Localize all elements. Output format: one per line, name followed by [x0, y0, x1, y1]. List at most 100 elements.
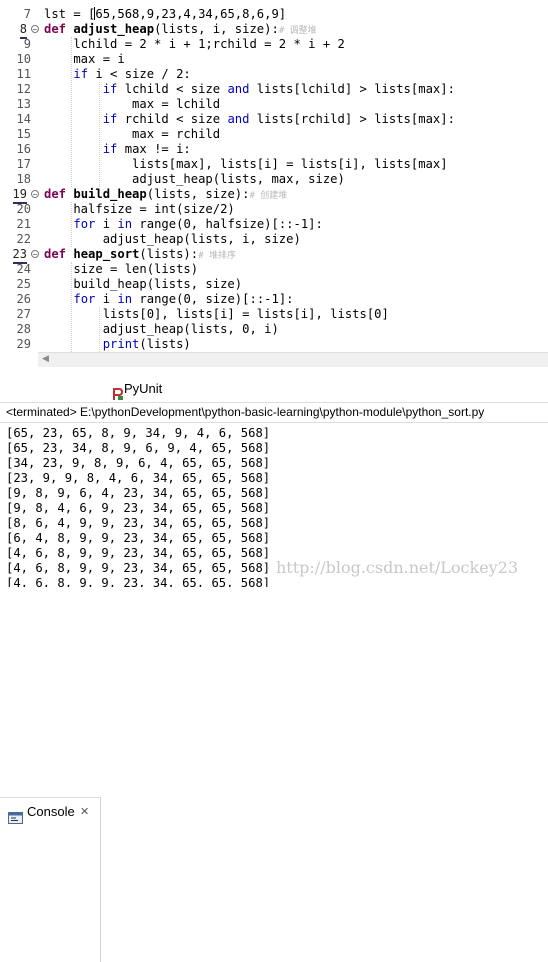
- code-keyword: in: [117, 292, 133, 306]
- console-output-line: [4, 6, 8, 9, 9, 23, 34, 65, 65, 568]: [6, 546, 271, 560]
- line-number: 13: [16, 97, 31, 111]
- code-line[interactable]: adjust_heap(lists, i, size): [44, 232, 301, 247]
- line-number-gutter: 24: [0, 262, 38, 277]
- code-function-name: adjust_heap: [73, 22, 155, 36]
- line-number-gutter: 13: [0, 97, 38, 112]
- indent-guide: [99, 82, 100, 187]
- line-number-gutter: 14: [0, 112, 38, 127]
- line-number-gutter: 27: [0, 307, 38, 322]
- code-keyword: def: [44, 22, 67, 36]
- tab-pyunit-label: PyUnit: [124, 381, 163, 396]
- code-line[interactable]: print(lists): [44, 337, 191, 352]
- line-number-gutter: 15: [0, 127, 38, 142]
- console-output-line: [65, 23, 65, 8, 9, 34, 9, 4, 6, 568]: [6, 426, 271, 440]
- code-line[interactable]: halfsize = int(size/2): [44, 202, 234, 217]
- code-line[interactable]: lst = [65,568,9,23,4,34,65,8,6,9]: [44, 7, 286, 22]
- code-line[interactable]: build_heap(lists, size): [44, 277, 242, 292]
- code-comment: # 调整堆: [278, 26, 317, 36]
- code-line[interactable]: adjust_heap(lists, 0, i): [44, 322, 279, 337]
- line-number-gutter: 17: [0, 157, 38, 172]
- line-number-gutter: 25: [0, 277, 38, 292]
- line-number-gutter: 11: [0, 67, 38, 82]
- code-keyword: def: [44, 187, 67, 201]
- code-line[interactable]: for i in range(0, halfsize)[::-1]:: [44, 217, 323, 232]
- line-number: 29: [16, 337, 31, 351]
- indent-guide: [71, 262, 72, 352]
- console-status-line: <terminated> E:\pythonDevelopment\python…: [6, 405, 485, 419]
- code-line[interactable]: if i < size / 2:: [44, 67, 190, 82]
- code-keyword: and: [227, 82, 250, 96]
- console-output-line: [9, 8, 4, 6, 9, 23, 34, 65, 65, 568]: [6, 501, 271, 515]
- line-number: 24: [16, 262, 31, 276]
- console-output-line: [4, 6, 8, 9, 9, 23, 34, 65, 65, 568]: [6, 561, 271, 575]
- panel-separator: [0, 367, 548, 375]
- code-line[interactable]: if rchild < size and lists[rchild] > lis…: [44, 112, 455, 127]
- code-keyword: if: [102, 112, 118, 126]
- line-number-gutter: 12: [0, 82, 38, 97]
- line-number-gutter: 26: [0, 292, 38, 307]
- code-line[interactable]: lists[max], lists[i] = lists[i], lists[m…: [44, 157, 448, 172]
- code-editor[interactable]: 7 lst = [65,568,9,23,4,34,65,8,6,9] 8− def …: [0, 0, 548, 352]
- line-number: 26: [16, 292, 31, 306]
- code-comment: # 创建堆: [249, 191, 288, 201]
- code-keyword: if: [73, 67, 89, 81]
- code-line[interactable]: lists[0], lists[i] = lists[i], lists[0]: [44, 307, 389, 322]
- code-keyword: for: [73, 292, 96, 306]
- close-icon[interactable]: ✕: [80, 798, 89, 826]
- code-line[interactable]: adjust_heap(lists, max, size): [44, 172, 345, 187]
- line-number: 25: [16, 277, 31, 291]
- code-keyword: def: [44, 247, 67, 261]
- code-line[interactable]: max = i: [44, 52, 124, 67]
- line-number: 20: [16, 202, 31, 216]
- view-tab-bar: Console ✕ PyUnit: [0, 375, 548, 962]
- code-line[interactable]: if max != i:: [44, 142, 191, 157]
- code-keyword: in: [117, 217, 133, 231]
- indent-guide: [99, 307, 100, 352]
- line-number-gutter: 9: [0, 37, 38, 52]
- console-output-line: [65, 23, 34, 8, 9, 6, 9, 4, 65, 568]: [6, 441, 271, 455]
- console-output-line: [34, 23, 9, 8, 9, 6, 4, 65, 65, 568]: [6, 456, 271, 470]
- line-number: 12: [16, 82, 31, 96]
- fold-collapse-icon[interactable]: −: [31, 250, 39, 259]
- console-output-line: [9, 8, 9, 6, 4, 23, 34, 65, 65, 568]: [6, 486, 271, 500]
- line-number: 11: [16, 67, 31, 81]
- fold-collapse-icon[interactable]: −: [31, 25, 39, 34]
- line-number: 27: [16, 307, 31, 321]
- line-number: 14: [16, 112, 31, 126]
- code-function-name: build_heap: [73, 187, 147, 201]
- line-number-gutter: 21: [0, 217, 38, 232]
- console-output-line: [4, 6, 8, 9, 9, 23, 34, 65, 65, 568]: [6, 576, 271, 587]
- line-number-gutter: 8−: [0, 22, 39, 39]
- code-line[interactable]: for i in range(0, size)[::-1]:: [44, 292, 293, 307]
- line-number: 22: [16, 232, 31, 246]
- code-line[interactable]: size = len(lists): [44, 262, 198, 277]
- line-number-gutter: 18: [0, 172, 38, 187]
- code-keyword: if: [102, 82, 118, 96]
- scroll-left-arrow-icon[interactable]: ◀: [42, 354, 49, 364]
- watermark: http://blog.csdn.net/Lockey23: [276, 558, 519, 577]
- line-number-gutter: 22: [0, 232, 38, 247]
- fold-collapse-icon[interactable]: −: [31, 190, 39, 199]
- text-cursor: [94, 7, 96, 20]
- console-output-line: [6, 4, 8, 9, 9, 23, 34, 65, 65, 568]: [6, 531, 271, 545]
- line-number: 16: [16, 142, 31, 156]
- line-number-gutter: 16: [0, 142, 38, 157]
- line-number: 7: [23, 7, 31, 21]
- tab-console[interactable]: Console ✕: [0, 797, 101, 962]
- line-number-gutter: 28: [0, 322, 38, 337]
- line-number-gutter: 10: [0, 52, 38, 67]
- code-line[interactable]: if lchild < size and lists[lchild] > lis…: [44, 82, 455, 97]
- line-number: 9: [23, 37, 31, 51]
- line-number: 10: [16, 52, 31, 66]
- tab-pyunit[interactable]: PyUnit: [104, 375, 184, 401]
- editor-horizontal-scrollbar[interactable]: ◀: [38, 352, 548, 367]
- line-number-gutter: 23−: [0, 247, 39, 264]
- line-number: 15: [16, 127, 31, 141]
- line-number-gutter: 20: [0, 202, 38, 217]
- line-number: 21: [16, 217, 31, 231]
- code-line[interactable]: lchild = 2 * i + 1;rchild = 2 * i + 2: [44, 37, 345, 52]
- indent-guide: [71, 37, 72, 187]
- code-function-name: heap_sort: [73, 247, 140, 261]
- code-keyword: print: [102, 337, 140, 351]
- line-number-gutter: 7: [0, 7, 38, 22]
